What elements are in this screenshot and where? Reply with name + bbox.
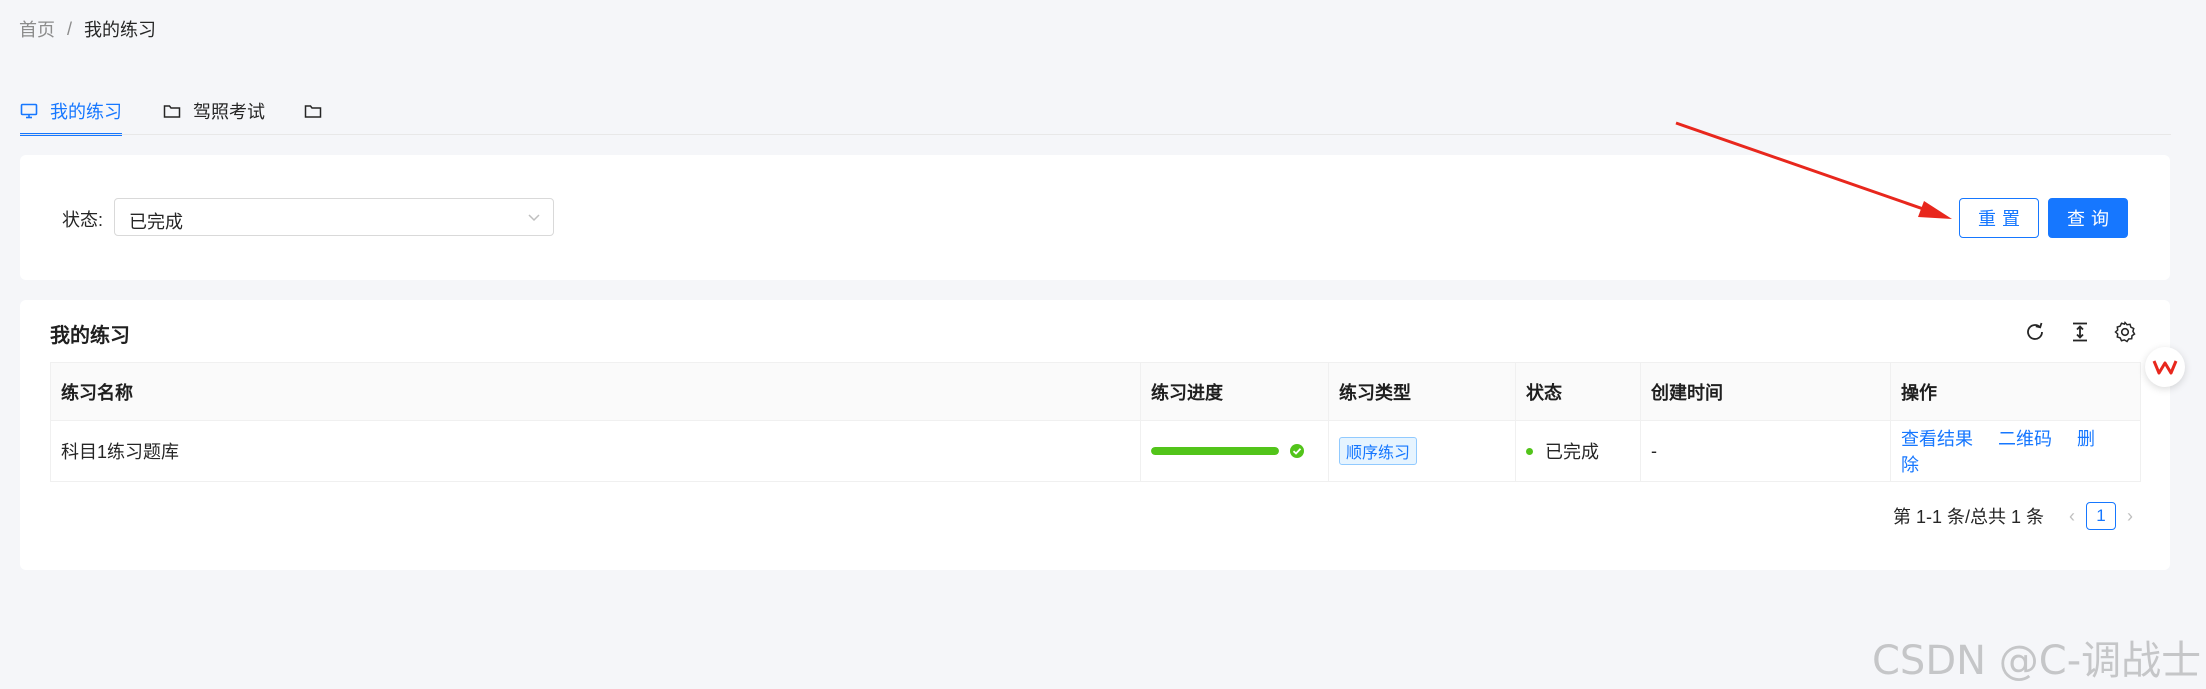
page-item-current[interactable]: 1 xyxy=(2086,502,2117,530)
cell-actions: 查看结果 二维码 删除 xyxy=(1890,420,2141,482)
setting-icon xyxy=(2114,321,2136,343)
status-dot xyxy=(1526,447,1533,455)
cell-name: 科目1练习题库 xyxy=(50,420,1141,482)
view-result-link[interactable]: 查看结果 xyxy=(1901,429,1973,449)
table-row: 科目1练习题库 顺序练习 已完成 - 查看结果 二维码 删除 xyxy=(50,420,2141,482)
wps-float-button[interactable] xyxy=(2145,347,2185,387)
table-title: 我的练习 xyxy=(50,325,130,347)
column-header-name: 练习名称 xyxy=(50,362,1141,421)
annotation-arrow xyxy=(1675,121,1952,219)
progress-bar xyxy=(1151,443,1318,459)
breadcrumb-current: 我的练习 xyxy=(84,20,157,40)
status-text: 已完成 xyxy=(1545,442,1599,462)
tab-driving-exam[interactable]: 驾照考试 xyxy=(163,88,265,134)
table-header-row: 练习名称 练习进度 练习类型 状态 创建时间 操作 xyxy=(50,362,2141,421)
column-setting-button[interactable] xyxy=(2113,320,2137,344)
qr-code-link[interactable]: 二维码 xyxy=(1998,429,2052,449)
type-tag: 顺序练习 xyxy=(1339,437,1418,465)
cell-status: 已完成 xyxy=(1515,420,1641,482)
column-header-progress: 练习进度 xyxy=(1140,362,1329,421)
status-select[interactable]: 已完成 xyxy=(114,198,554,236)
cell-progress xyxy=(1140,420,1329,482)
reset-button[interactable]: 重置 xyxy=(1959,198,2039,238)
cell-type: 顺序练习 xyxy=(1328,420,1516,482)
column-header-status: 状态 xyxy=(1515,362,1641,421)
folder-icon xyxy=(163,105,181,118)
column-header-actions: 操作 xyxy=(1890,362,2141,421)
density-button[interactable] xyxy=(2068,320,2092,344)
reload-button[interactable] xyxy=(2023,320,2047,344)
pagination: 第 1-1 条/总共 1 条 ‹ 1 › xyxy=(1893,502,2144,530)
column-header-type: 练习类型 xyxy=(1328,362,1516,421)
column-height-icon xyxy=(2073,322,2087,342)
next-page-button[interactable]: › xyxy=(2116,502,2144,530)
status-select-value: 已完成 xyxy=(129,212,183,232)
pagination-total: 第 1-1 条/总共 1 条 xyxy=(1893,507,2045,527)
breadcrumb: 首页 / 我的练习 xyxy=(19,16,156,42)
tab-label: 驾照考试 xyxy=(193,102,265,122)
folder-icon xyxy=(304,105,322,118)
prev-page-button[interactable]: ‹ xyxy=(2058,502,2086,530)
breadcrumb-separator: / xyxy=(67,18,73,39)
status-label: 状态: xyxy=(62,210,104,230)
tab-label: 我的练习 xyxy=(50,102,122,122)
column-header-created: 创建时间 xyxy=(1640,362,1891,421)
watermark: CSDN @C-调战士 xyxy=(1872,638,2202,684)
query-button[interactable]: 查询 xyxy=(2048,198,2128,238)
wps-logo-icon xyxy=(2152,360,2178,375)
cell-created: - xyxy=(1640,420,1891,482)
tab-my-practice[interactable]: 我的练习 xyxy=(20,88,122,136)
progress-fill xyxy=(1151,447,1279,455)
tab-folder[interactable] xyxy=(304,88,334,134)
breadcrumb-home[interactable]: 首页 xyxy=(19,16,55,42)
progress-track xyxy=(1151,447,1279,455)
reload-icon xyxy=(2027,322,2043,340)
practice-table: 练习名称 练习进度 练习类型 状态 创建时间 操作 科目1练习题库 顺序练习 已… xyxy=(50,362,2141,482)
monitor-icon xyxy=(20,103,38,119)
chevron-down-icon xyxy=(528,214,540,222)
check-circle-icon xyxy=(1290,444,1304,458)
table-card: 我的练习 练习名称 练习进度 练习类型 状态 创建时间 操作 科目1练习题库 顺… xyxy=(20,300,2170,570)
